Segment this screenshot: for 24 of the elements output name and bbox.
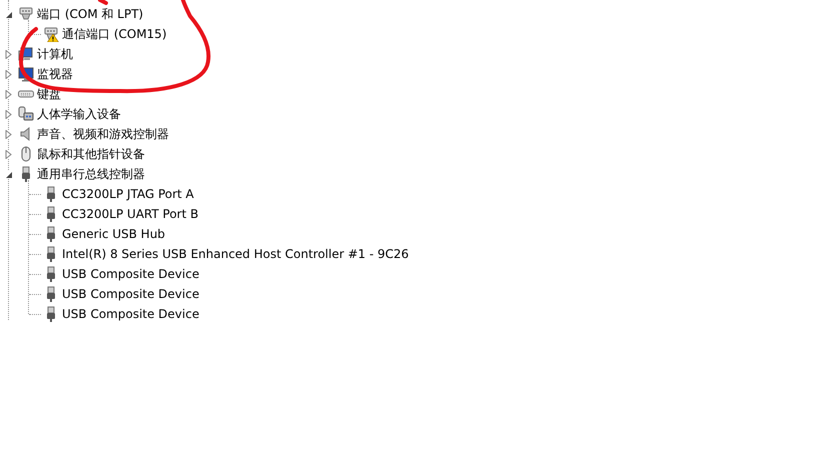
port-icon xyxy=(18,6,34,22)
tree-item[interactable]: 监视器 xyxy=(37,66,73,82)
expand-arrow-icon[interactable] xyxy=(4,130,13,138)
tree-item[interactable]: 人体学输入设备 xyxy=(37,106,121,122)
tree-item[interactable]: USB Composite Device xyxy=(62,266,200,282)
tree-item[interactable]: USB Composite Device xyxy=(62,306,200,322)
tree-item[interactable]: 声音、视频和游戏控制器 xyxy=(37,126,169,142)
tree-item[interactable]: Intel(R) 8 Series USB Enhanced Host Controller #1 - 9C26 xyxy=(62,246,409,262)
tree-item[interactable]: 鼠标和其他指针设备 xyxy=(37,146,145,162)
tree-item[interactable]: Generic USB Hub xyxy=(62,226,166,242)
expand-arrow-icon[interactable] xyxy=(4,70,13,78)
tree-item[interactable]: USB Composite Device xyxy=(62,286,200,302)
expand-arrow-icon[interactable] xyxy=(4,90,13,98)
expand-arrow-icon[interactable] xyxy=(4,150,13,158)
computer-icon xyxy=(18,46,34,62)
tree-item[interactable]: CC3200LP UART Port B xyxy=(62,206,198,222)
tree-item[interactable]: 端口 (COM 和 LPT) xyxy=(37,6,144,22)
expand-arrow-icon[interactable] xyxy=(4,110,13,118)
tree-item[interactable]: 通信端口 (COM15) xyxy=(62,26,167,42)
tree-item[interactable]: CC3200LP JTAG Port A xyxy=(62,186,194,202)
expand-arrow-icon[interactable] xyxy=(4,50,13,58)
tree-item[interactable]: 通用串行总线控制器 xyxy=(37,166,145,182)
input-device-icon xyxy=(18,106,34,122)
tree-item[interactable]: 计算机 xyxy=(37,46,73,62)
